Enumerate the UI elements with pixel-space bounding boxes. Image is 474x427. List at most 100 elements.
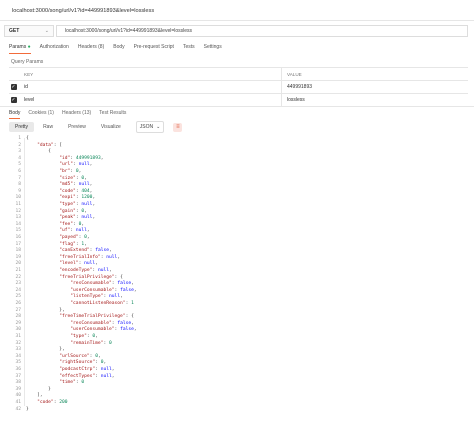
- pretty-button[interactable]: Pretty: [9, 122, 35, 132]
- code-token: ,: [78, 169, 82, 174]
- code-token: ,: [92, 215, 96, 221]
- param-value[interactable]: lossless: [282, 94, 468, 106]
- line-number: 17: [15, 241, 21, 247]
- param-checkbox[interactable]: ✓: [10, 97, 17, 103]
- code-token: "code": [59, 188, 76, 194]
- code-token: null: [78, 162, 90, 168]
- tab-authorization[interactable]: Authorization: [40, 44, 69, 54]
- wrap-lines-icon[interactable]: ≡: [173, 122, 183, 132]
- raw-button[interactable]: Raw: [37, 122, 59, 132]
- response-tab-test-results[interactable]: Test Results: [99, 110, 126, 119]
- code-token: "canExtend": [59, 248, 90, 254]
- tab-params[interactable]: Params ●: [9, 44, 31, 54]
- url-input[interactable]: localhost:3000/song/url/v1?id=449991893&…: [56, 25, 468, 37]
- line-number: 34: [15, 353, 21, 359]
- param-key[interactable]: id: [18, 81, 282, 93]
- code-token: "freeTimeTrialPrivilege": [59, 314, 126, 320]
- code-token: null: [84, 261, 96, 267]
- code-token: },: [26, 347, 65, 353]
- response-tab-body[interactable]: Body: [9, 110, 21, 119]
- param-row: ✓ id 449991893: [9, 81, 468, 94]
- tab-headers-8[interactable]: Headers (8): [78, 44, 104, 54]
- code-token: ,: [89, 182, 93, 188]
- code-token: "id": [59, 155, 71, 161]
- format-select[interactable]: JSON ⌄: [135, 121, 165, 133]
- code-line: 1{: [9, 136, 29, 143]
- request-name[interactable]: localhost:3000/song/url/v1?id=449991893&…: [12, 8, 154, 14]
- line-number: 37: [15, 373, 21, 379]
- line-number: 36: [15, 367, 21, 372]
- line-number: 24: [15, 287, 21, 293]
- response-tab-cookies-1[interactable]: Cookies (1): [28, 110, 54, 119]
- tab-tests[interactable]: Tests: [183, 44, 195, 54]
- code-token: "expi": [59, 195, 76, 201]
- line-number: 33: [15, 347, 21, 353]
- line-number: 11: [15, 202, 21, 207]
- visualize-button[interactable]: Visualize: [95, 122, 127, 132]
- code-token: null: [75, 228, 87, 234]
- code-token: ,: [109, 268, 112, 273]
- code-line: 42}: [9, 407, 28, 414]
- format-toolbar: Pretty Raw Preview Visualize JSON ⌄ ≡: [9, 121, 183, 133]
- code-line: 33 },: [9, 347, 65, 354]
- query-params-title: Query Params: [11, 59, 44, 65]
- code-token: ,: [84, 241, 87, 247]
- code-token: "userConsumable": [70, 327, 115, 333]
- code-line: 40 ],: [9, 393, 42, 400]
- code-token: false: [120, 287, 134, 293]
- code-token: ,: [89, 188, 93, 194]
- code-token: }: [26, 386, 51, 392]
- line-number: 32: [15, 340, 21, 346]
- line-number: 18: [15, 248, 21, 254]
- code-token: ,: [117, 254, 121, 260]
- tab-body[interactable]: Body: [113, 44, 124, 54]
- code-token: "type": [70, 334, 87, 339]
- code-token: "podcastCtrp": [59, 367, 96, 372]
- line-number: 22: [15, 274, 21, 280]
- code-token: {: [26, 149, 51, 155]
- param-checkbox[interactable]: ✓: [10, 84, 17, 90]
- line-number: 35: [15, 360, 21, 366]
- line-number: 10: [15, 195, 21, 201]
- code-line: 6 "br": 0,: [9, 169, 81, 176]
- code-token: "freeTrialPrivilege": [59, 274, 115, 280]
- code-token: : {: [125, 314, 134, 320]
- code-token: "encodeType": [59, 268, 93, 273]
- line-number: 14: [15, 221, 21, 227]
- param-key[interactable]: level: [18, 94, 282, 106]
- tab-settings[interactable]: Settings: [204, 44, 222, 54]
- preview-button[interactable]: Preview: [62, 122, 92, 132]
- param-value[interactable]: 449991893: [282, 81, 468, 93]
- code-line: 26 "cannotListenReason": 1: [9, 301, 134, 308]
- code-line: 23 "resConsumable": false,: [9, 281, 134, 288]
- code-token: ,: [86, 228, 90, 234]
- method-select[interactable]: GET ⌄: [4, 25, 54, 37]
- code-token: "resConsumable": [70, 320, 112, 326]
- code-token: null: [100, 373, 112, 379]
- tab-pre-request-script[interactable]: Pre-request Script: [134, 44, 174, 54]
- code-token: ,: [100, 155, 104, 161]
- code-token: ,: [131, 281, 134, 287]
- code-token: "fee": [59, 221, 74, 227]
- code-line: 36 "podcastCtrp": null,: [9, 367, 114, 374]
- code-token: ,: [133, 287, 137, 293]
- code-token: "listenType": [70, 294, 104, 300]
- tab-label: Authorization: [39, 44, 69, 50]
- code-line: 28 "freeTimeTrialPrivilege": {: [9, 314, 134, 321]
- line-number: 30: [15, 327, 21, 333]
- response-tab-headers-13[interactable]: Headers (13): [62, 110, 91, 119]
- code-line: 16 "payed": 0,: [9, 235, 89, 242]
- code-line: 5 "url": null,: [9, 162, 92, 169]
- code-token: 1: [131, 301, 134, 306]
- code-token: ,: [92, 195, 96, 201]
- code-token: "urlSource": [59, 353, 90, 359]
